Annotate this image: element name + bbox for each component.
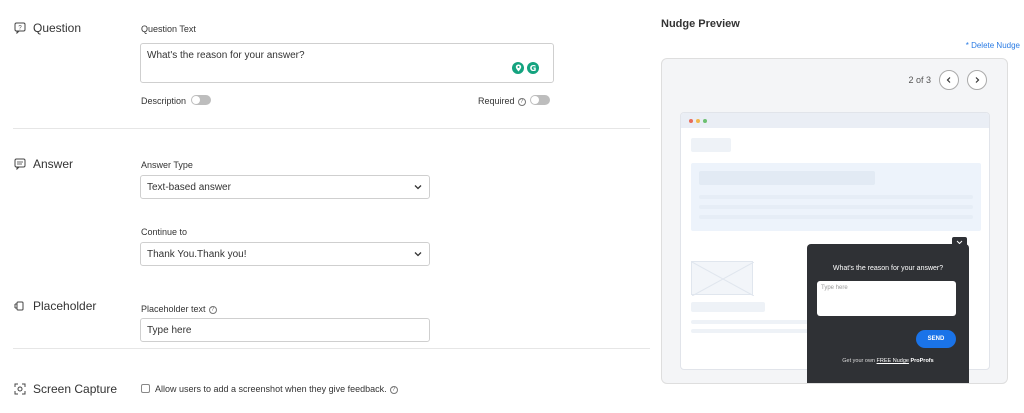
continue-to-select[interactable]: Thank You.Thank you! xyxy=(140,242,430,266)
preview-pager: 2 of 3 xyxy=(908,70,987,90)
required-label-text: Required xyxy=(478,96,515,106)
window-dot xyxy=(703,118,707,123)
nudge-question: What's the reason for your answer? xyxy=(832,265,944,272)
proprofs-logo: ProProfs xyxy=(910,358,934,364)
chevron-down-icon xyxy=(414,185,422,190)
divider xyxy=(13,128,650,129)
skeleton-line xyxy=(691,329,821,333)
question-text-value: What's the reason for your answer? xyxy=(147,50,305,61)
preview-panel: 2 of 3 What's the reason for your answer… xyxy=(661,58,1008,384)
nudge-textarea[interactable]: Type here xyxy=(817,281,956,316)
screen-capture-icon xyxy=(14,383,26,395)
window-dot xyxy=(696,118,700,123)
nudge-textarea-placeholder: Type here xyxy=(821,285,848,291)
screenshot-checkbox-label: Allow users to add a screenshot when the… xyxy=(155,384,398,394)
footer-prefix: Get your own xyxy=(842,358,875,364)
nudge-footer: Get your own FREE Nudge ProProfs xyxy=(807,358,969,364)
description-label: Description xyxy=(141,96,187,106)
placeholder-icon xyxy=(14,301,24,311)
answer-title: Answer xyxy=(33,157,74,171)
chevron-down-icon xyxy=(414,252,422,257)
help-circle-icon[interactable]: ? xyxy=(517,97,526,106)
answer-type-select[interactable]: Text-based answer xyxy=(140,175,430,199)
skeleton-line xyxy=(699,215,973,219)
screenshot-checkbox[interactable] xyxy=(141,384,150,393)
required-toggle[interactable] xyxy=(530,95,550,105)
question-title: Question xyxy=(33,21,82,35)
location-pin-icon[interactable] xyxy=(512,62,524,74)
placeholder-title: Placeholder xyxy=(33,299,97,313)
placeholder-section-title: Placeholder xyxy=(14,299,96,313)
placeholder-text-label: Placeholder text? xyxy=(141,304,217,314)
answer-type-value: Text-based answer xyxy=(147,181,231,193)
skeleton-line xyxy=(691,320,821,324)
question-text-label: Question Text xyxy=(141,24,196,34)
window-dot xyxy=(689,118,693,123)
continue-to-label: Continue to xyxy=(141,227,188,237)
chevron-left-icon xyxy=(946,77,951,83)
skeleton-line xyxy=(699,195,973,199)
required-label: Required? xyxy=(478,96,526,106)
help-circle-icon[interactable]: ? xyxy=(208,305,217,314)
chevron-right-icon xyxy=(975,77,980,83)
answer-section-title: Answer xyxy=(14,157,73,171)
skeleton-block xyxy=(699,171,875,185)
screen-capture-title: Screen Capture xyxy=(33,382,118,396)
continue-to-value: Thank You.Thank you! xyxy=(147,248,247,260)
screen-capture-section-title: Screen Capture xyxy=(14,382,117,396)
send-button[interactable]: SEND xyxy=(916,330,956,348)
delete-nudge-link[interactable]: * Delete Nudge xyxy=(966,41,1020,50)
preview-title: Nudge Preview xyxy=(661,18,740,30)
chat-lines-icon xyxy=(14,158,26,170)
free-nudge-link[interactable]: FREE Nudge xyxy=(877,358,909,364)
prev-button[interactable] xyxy=(939,70,959,90)
skeleton-block xyxy=(691,302,765,312)
question-text-input[interactable]: What's the reason for your answer? G xyxy=(140,43,554,83)
placeholder-text-label-text: Placeholder text xyxy=(141,304,206,314)
placeholder-text-input[interactable]: Type here xyxy=(140,318,430,342)
skeleton-line xyxy=(699,205,973,209)
question-section-title: ? Question xyxy=(14,21,81,35)
pager-text: 2 of 3 xyxy=(908,75,931,85)
screenshot-checkbox-text: Allow users to add a screenshot when the… xyxy=(155,384,387,394)
placeholder-text-value: Type here xyxy=(147,324,192,336)
browser-bar xyxy=(681,113,989,128)
answer-type-label: Answer Type xyxy=(141,160,193,170)
image-placeholder xyxy=(691,261,755,297)
grammarly-icon[interactable]: G xyxy=(527,62,539,74)
chat-question-icon: ? xyxy=(14,22,26,34)
skeleton-block xyxy=(691,138,731,152)
description-toggle[interactable] xyxy=(191,95,211,105)
divider xyxy=(13,348,650,349)
help-circle-icon[interactable]: ? xyxy=(389,385,398,394)
next-button[interactable] xyxy=(967,70,987,90)
nudge-widget: What's the reason for your answer? Type … xyxy=(807,244,969,383)
